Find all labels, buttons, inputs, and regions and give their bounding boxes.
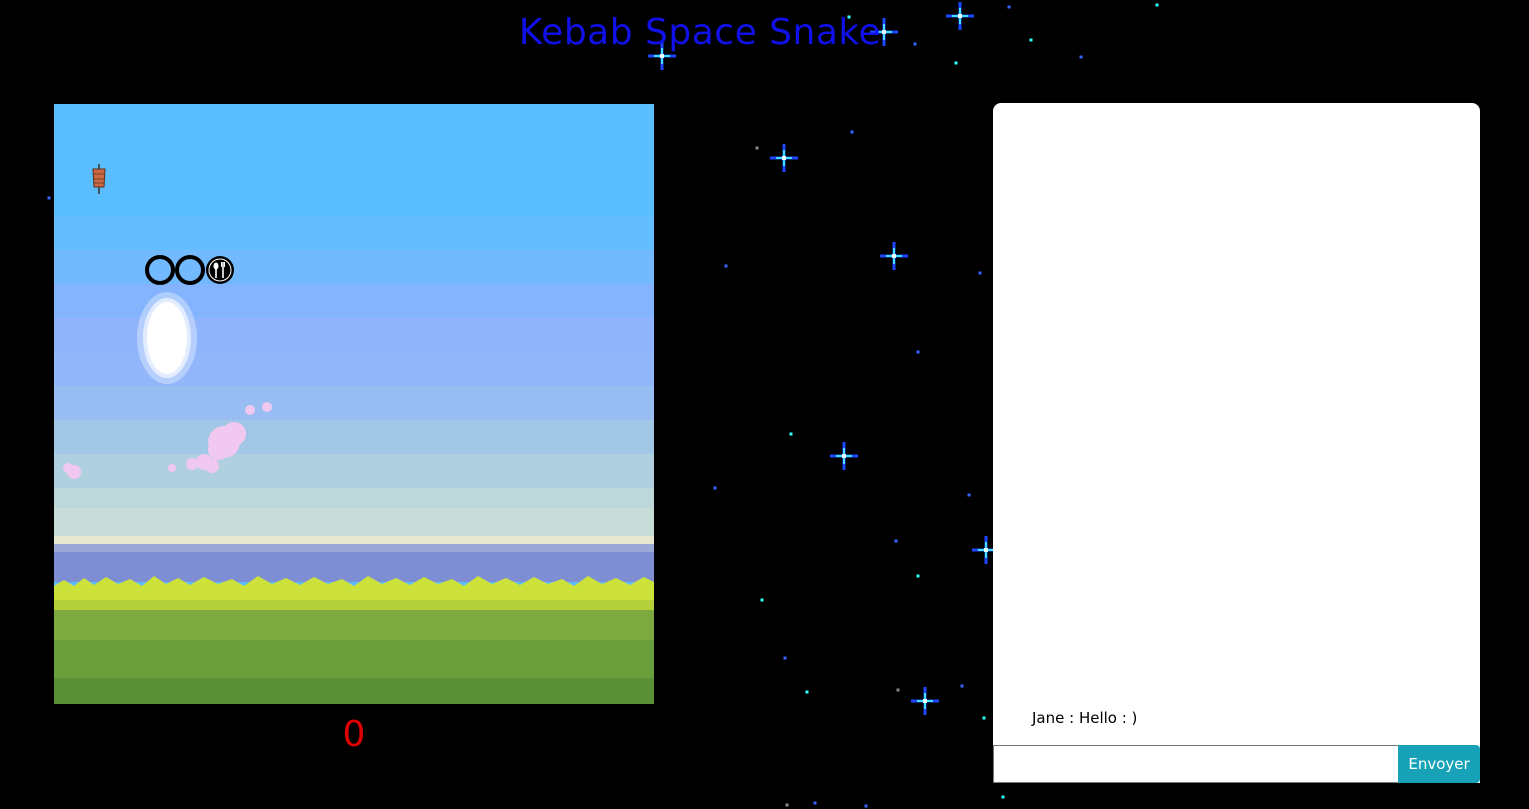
- snake-body-segment: [175, 255, 205, 285]
- star: [783, 656, 787, 660]
- star: [911, 687, 939, 715]
- star: [954, 61, 958, 65]
- score-display: 0: [342, 714, 366, 755]
- star: [770, 144, 798, 172]
- star: [755, 146, 759, 150]
- game-canvas[interactable]: [54, 104, 654, 704]
- star: [967, 493, 971, 497]
- star: [789, 432, 793, 436]
- star: [864, 804, 868, 808]
- star: [880, 242, 908, 270]
- chat-message: Jane : Hello : ): [1032, 709, 1138, 727]
- star: [760, 598, 764, 602]
- snake-head-icon: [206, 256, 234, 284]
- page-title: Kebab Space Snake: [518, 12, 882, 53]
- star: [916, 350, 920, 354]
- star: [982, 716, 986, 720]
- star: [805, 690, 809, 694]
- star: [1001, 795, 1005, 799]
- star: [978, 271, 982, 275]
- star: [1155, 3, 1159, 7]
- star: [850, 130, 854, 134]
- star: [896, 688, 900, 692]
- snake-body-segment: [145, 255, 175, 285]
- star: [1007, 5, 1011, 9]
- star: [724, 264, 728, 268]
- star: [960, 684, 964, 688]
- star: [916, 574, 920, 578]
- star: [713, 486, 717, 490]
- game-scene: [54, 104, 654, 704]
- chat-input[interactable]: [993, 745, 1398, 783]
- star: [785, 803, 789, 807]
- kebab-icon: [92, 164, 106, 194]
- star: [813, 801, 817, 805]
- star: [1079, 55, 1083, 59]
- send-button[interactable]: Envoyer: [1398, 745, 1480, 783]
- snake: [144, 254, 236, 286]
- star: [47, 196, 51, 200]
- star: [894, 539, 898, 543]
- chat-panel: Jane : Hello : ) Envoyer: [993, 103, 1480, 783]
- star: [830, 442, 858, 470]
